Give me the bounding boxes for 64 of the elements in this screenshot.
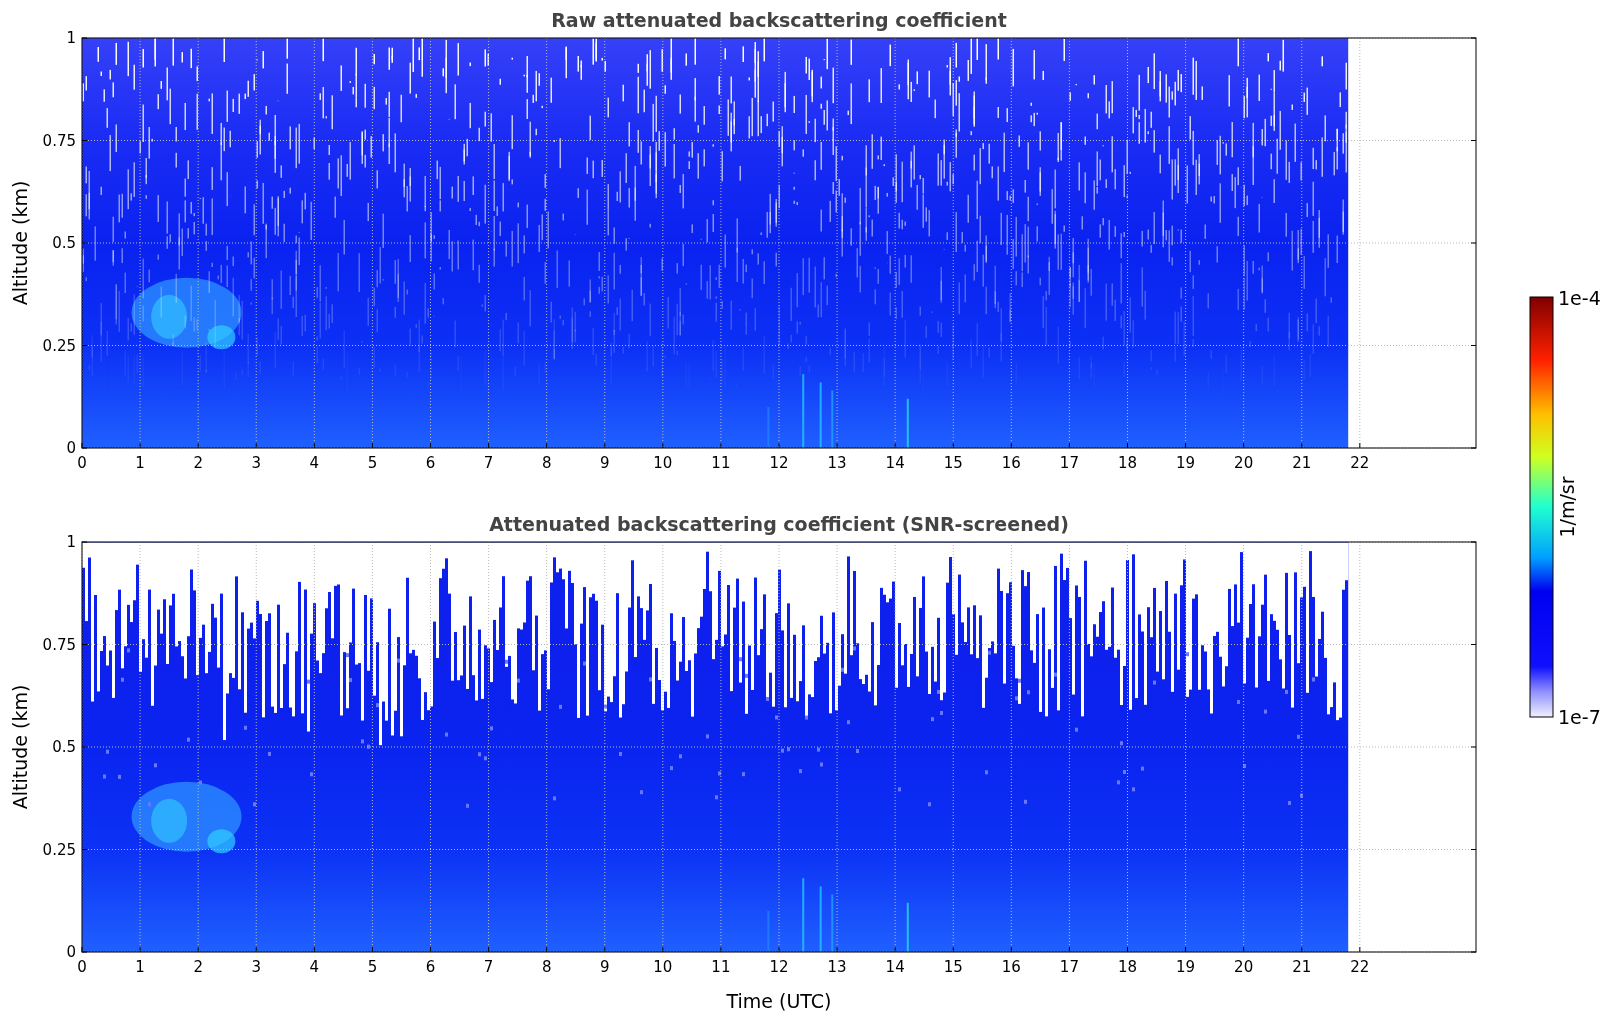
tick-label: 16 bbox=[1001, 958, 1021, 976]
tick-label: 17 bbox=[1059, 454, 1079, 472]
tick-label: 9 bbox=[600, 958, 610, 976]
tick-label: 3 bbox=[251, 958, 261, 976]
tick-label: 14 bbox=[885, 454, 905, 472]
tick-label: 8 bbox=[541, 958, 552, 976]
tick-label: 13 bbox=[827, 454, 847, 472]
tick-label: 7 bbox=[483, 454, 494, 472]
tick-label: 0 bbox=[77, 454, 87, 472]
tick-label: 10 bbox=[653, 958, 673, 976]
tick-label: 11 bbox=[711, 454, 731, 472]
tick-label: 0.25 bbox=[42, 840, 76, 859]
tick-label: 1 bbox=[66, 533, 76, 551]
tick-label: 1 bbox=[66, 29, 76, 47]
tick-label: 6 bbox=[425, 958, 436, 976]
tick-label: 8 bbox=[541, 454, 552, 472]
tick-label: 4 bbox=[309, 454, 320, 472]
tick-label: 16 bbox=[1001, 454, 1021, 472]
tick-label: 1 bbox=[135, 454, 145, 472]
tick-label: 3 bbox=[251, 454, 261, 472]
tick-label: 0.5 bbox=[52, 738, 76, 756]
tick-label: 0.25 bbox=[42, 336, 76, 355]
tick-label: 12 bbox=[769, 454, 789, 472]
scale-min-label: 1e-7 bbox=[1558, 706, 1601, 728]
scale-max-label: 1e-4 bbox=[1558, 287, 1601, 309]
tick-label: 19 bbox=[1176, 454, 1196, 472]
tick-label: 11 bbox=[711, 958, 731, 976]
tick-label: 18 bbox=[1117, 958, 1138, 976]
tick-label: 0 bbox=[66, 943, 76, 961]
tick-label: 7 bbox=[483, 958, 494, 976]
tick-label: 6 bbox=[425, 454, 436, 472]
tick-label: 19 bbox=[1176, 958, 1196, 976]
plot-title: Attenuated backscattering coefficient (SNR-screened) bbox=[489, 513, 1069, 535]
tick-label: 15 bbox=[943, 958, 963, 976]
tick-label: 9 bbox=[600, 454, 610, 472]
tick-label: 0 bbox=[66, 439, 76, 457]
tick-label: 20 bbox=[1234, 454, 1254, 472]
axis-label: Altitude (km) bbox=[9, 180, 31, 306]
tick-label: 12 bbox=[769, 958, 789, 976]
tick-label: 0.75 bbox=[42, 635, 76, 654]
tick-label: 18 bbox=[1117, 454, 1138, 472]
tick-label: 20 bbox=[1234, 958, 1254, 976]
axis-label: Time (UTC) bbox=[726, 990, 832, 1012]
tick-label: 0.5 bbox=[52, 234, 76, 252]
tick-label: 5 bbox=[367, 958, 378, 976]
tick-label: 5 bbox=[367, 454, 378, 472]
plot-title: Raw attenuated backscattering coefficient bbox=[551, 9, 1007, 31]
tick-label: 10 bbox=[653, 454, 673, 472]
tick-label: 4 bbox=[309, 958, 320, 976]
tick-label: 0.75 bbox=[42, 131, 76, 150]
tick-label: 2 bbox=[193, 454, 203, 472]
tick-label: 17 bbox=[1059, 958, 1079, 976]
scale-unit-label: 1/m/sr bbox=[1556, 476, 1578, 538]
tick-label: 21 bbox=[1292, 958, 1312, 976]
tick-label: 22 bbox=[1350, 454, 1370, 472]
tick-label: 22 bbox=[1350, 958, 1370, 976]
tick-label: 21 bbox=[1292, 454, 1312, 472]
tick-label: 0 bbox=[77, 958, 87, 976]
tick-label: 13 bbox=[827, 958, 847, 976]
tick-label: 1 bbox=[135, 958, 145, 976]
tick-label: 2 bbox=[193, 958, 203, 976]
tick-label: 15 bbox=[943, 454, 963, 472]
tick-label: 14 bbox=[885, 958, 905, 976]
axis-label: Altitude (km) bbox=[9, 684, 31, 810]
